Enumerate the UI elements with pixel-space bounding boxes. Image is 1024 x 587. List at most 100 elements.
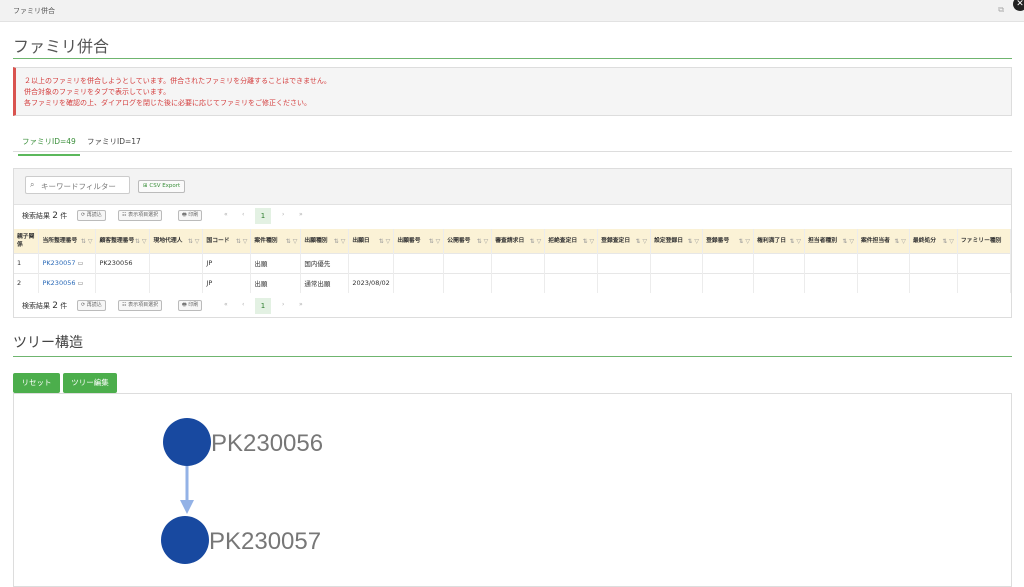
reload-button[interactable]: ⟳ 再読込 xyxy=(77,210,106,221)
tree-node[interactable] xyxy=(163,418,211,466)
sort-filter-icon[interactable]: ⇅ ▽ xyxy=(135,238,147,246)
prev-page-button[interactable]: ‹ xyxy=(242,301,244,308)
open-window-icon[interactable]: ▭ xyxy=(78,280,84,287)
column-select-button[interactable]: ☷ 表示項目選択 xyxy=(118,210,163,221)
column-header[interactable]: 現地代理人 ⇅ ▽ xyxy=(149,229,204,253)
column-header[interactable]: 権利満了日 ⇅ ▽ xyxy=(753,229,805,253)
print-button[interactable]: 🖶 印刷 xyxy=(178,210,203,221)
column-header[interactable]: 親子関係 xyxy=(14,229,40,253)
tree-graph: PK230056 PK230057 xyxy=(161,418,323,564)
table-cell xyxy=(957,272,1012,293)
reload-button[interactable]: ⟳ 再読込 xyxy=(77,300,106,311)
sort-filter-icon[interactable]: ⇅ ▽ xyxy=(81,238,93,246)
column-header-label: 審査請求日 xyxy=(495,237,525,244)
sort-filter-icon[interactable]: ⇅ ▽ xyxy=(530,238,542,246)
column-header[interactable]: 登録番号 ⇅ ▽ xyxy=(702,229,755,253)
table-row[interactable]: 2 PK230056 ▭ JP 出願 通常出願 2023/08/02 xyxy=(14,272,1012,293)
country-code-cell: JP xyxy=(202,272,252,293)
case-type-cell: 出願 xyxy=(250,272,302,293)
keyword-filter-input[interactable]: ⌕ キーワードフィルター xyxy=(25,176,130,194)
sort-filter-icon[interactable]: ⇅ ▽ xyxy=(429,238,441,246)
page-number-button[interactable]: 1 xyxy=(255,208,271,224)
column-header-label: 顧客整理番号 xyxy=(99,237,135,244)
column-header[interactable]: 国コード ⇅ ▽ xyxy=(202,229,252,253)
column-header[interactable]: 出願番号 ⇅ ▽ xyxy=(393,229,445,253)
warning-alert: ２以上のファミリを併合しようとしています。併合されたファミリを分離することはでき… xyxy=(13,67,1012,116)
table-cell xyxy=(804,252,858,273)
case-type-cell: 出願 xyxy=(250,252,302,273)
table-row[interactable]: 1 PK230057 ▭ PK230056 JP 出願 国内優先 xyxy=(14,252,1012,273)
reset-button[interactable]: リセット xyxy=(13,373,60,393)
column-header[interactable]: 案件種別 ⇅ ▽ xyxy=(250,229,302,253)
sort-filter-icon[interactable]: ⇅ ▽ xyxy=(688,238,700,246)
column-header[interactable]: 拒絶査定日 ⇅ ▽ xyxy=(544,229,599,253)
first-page-button[interactable]: « xyxy=(224,211,228,218)
column-header[interactable]: 当所整理番号 ⇅ ▽ xyxy=(38,229,97,253)
customer-number-cell xyxy=(95,272,151,293)
tree-canvas[interactable]: PK230056 PK230057 xyxy=(13,393,1012,587)
sort-filter-icon[interactable]: ⇅ ▽ xyxy=(636,238,648,246)
column-header[interactable]: 出願日 ⇅ ▽ xyxy=(348,229,395,253)
prev-page-button[interactable]: ‹ xyxy=(242,211,244,218)
sort-filter-icon[interactable]: ⇅ ▽ xyxy=(477,238,489,246)
tab-family-17[interactable]: ファミリID=17 xyxy=(87,136,141,147)
first-page-button[interactable]: « xyxy=(224,301,228,308)
last-page-button[interactable]: » xyxy=(299,301,303,308)
sort-filter-icon[interactable]: ⇅ ▽ xyxy=(894,238,906,246)
next-page-button[interactable]: › xyxy=(282,211,284,218)
tree-node-label: PK230057 xyxy=(209,528,321,555)
table-cell xyxy=(702,272,755,293)
column-header[interactable]: 公開番号 ⇅ ▽ xyxy=(443,229,493,253)
column-header[interactable]: 設定登録日 ⇅ ▽ xyxy=(650,229,704,253)
sort-filter-icon[interactable]: ⇅ ▽ xyxy=(334,238,346,246)
column-header[interactable]: 顧客整理番号 ⇅ ▽ xyxy=(95,229,151,253)
sort-filter-icon[interactable]: ⇅ ▽ xyxy=(379,238,391,246)
alert-line: ２以上のファミリを併合しようとしています。併合されたファミリを分離することはでき… xyxy=(24,77,331,85)
column-select-button[interactable]: ☷ 表示項目選択 xyxy=(118,300,163,311)
sort-filter-icon[interactable]: ⇅ ▽ xyxy=(789,238,801,246)
last-page-button[interactable]: » xyxy=(299,211,303,218)
column-header[interactable]: 審査請求日 ⇅ ▽ xyxy=(491,229,546,253)
column-header[interactable]: 出願種別 ⇅ ▽ xyxy=(300,229,350,253)
tree-edit-button[interactable]: ツリー編集 xyxy=(63,373,117,393)
column-header[interactable]: 最終処分 ⇅ ▽ xyxy=(909,229,958,253)
tab-family-49[interactable]: ファミリID=49 xyxy=(18,136,80,156)
table-cell xyxy=(753,252,805,273)
column-header[interactable]: ファミリー種別 xyxy=(957,229,1012,253)
sort-filter-icon[interactable]: ⇅ ▽ xyxy=(236,238,248,246)
column-header[interactable]: 登録査定日 ⇅ ▽ xyxy=(597,229,652,253)
sort-filter-icon[interactable]: ⇅ ▽ xyxy=(286,238,298,246)
page-number-button[interactable]: 1 xyxy=(255,298,271,314)
table-cell xyxy=(597,272,652,293)
table-cell xyxy=(491,252,546,273)
table-cell xyxy=(702,252,755,273)
result-count-value: 2 xyxy=(52,301,58,311)
sort-filter-icon[interactable]: ⇅ ▽ xyxy=(188,238,200,246)
customer-number-cell: PK230056 xyxy=(95,252,151,273)
sort-filter-icon[interactable]: ⇅ ▽ xyxy=(738,238,750,246)
pager-top: 検索結果 2 件 ⟳ 再読込 ☷ 表示項目選択 🖶 印刷 « ‹ 1 › » xyxy=(14,207,1011,225)
csv-export-button[interactable]: ⊞ CSV Export xyxy=(138,180,186,193)
sort-filter-icon[interactable]: ⇅ ▽ xyxy=(842,238,854,246)
sort-filter-icon[interactable]: ⇅ ▽ xyxy=(583,238,595,246)
close-icon[interactable]: ✕ xyxy=(1013,0,1024,11)
external-link-icon[interactable]: ⧉ xyxy=(998,5,1004,15)
print-button[interactable]: 🖶 印刷 xyxy=(178,300,203,311)
result-count: 検索結果 2 件 xyxy=(22,211,67,221)
open-window-icon[interactable]: ▭ xyxy=(78,260,84,267)
page-title: ファミリ併合 xyxy=(13,37,110,56)
tree-node[interactable] xyxy=(161,516,209,564)
ref-number-link[interactable]: PK230057 xyxy=(42,259,75,267)
next-page-button[interactable]: › xyxy=(282,301,284,308)
family-table: 親子関係 当所整理番号 ⇅ ▽ 顧客整理番号 ⇅ ▽ 現地代理人 ⇅ ▽ 国コード ⇅ … xyxy=(14,229,1012,293)
dialog-titlebar: ファミリ併合 ⧉ ✕ xyxy=(0,0,1024,22)
application-type-cell: 国内優先 xyxy=(300,252,350,273)
column-header[interactable]: 案件担当者 ⇅ ▽ xyxy=(857,229,910,253)
ref-number-link[interactable]: PK230056 xyxy=(42,279,75,287)
column-header[interactable]: 担当者種別 ⇅ ▽ xyxy=(804,229,858,253)
table-cell xyxy=(650,252,704,273)
pager-bottom: 検索結果 2 件 ⟳ 再読込 ☷ 表示項目選択 🖶 印刷 « ‹ 1 › » xyxy=(14,297,1011,315)
result-count-suffix: 件 xyxy=(60,212,68,220)
application-date-cell xyxy=(348,252,395,273)
sort-filter-icon[interactable]: ⇅ ▽ xyxy=(942,238,954,246)
